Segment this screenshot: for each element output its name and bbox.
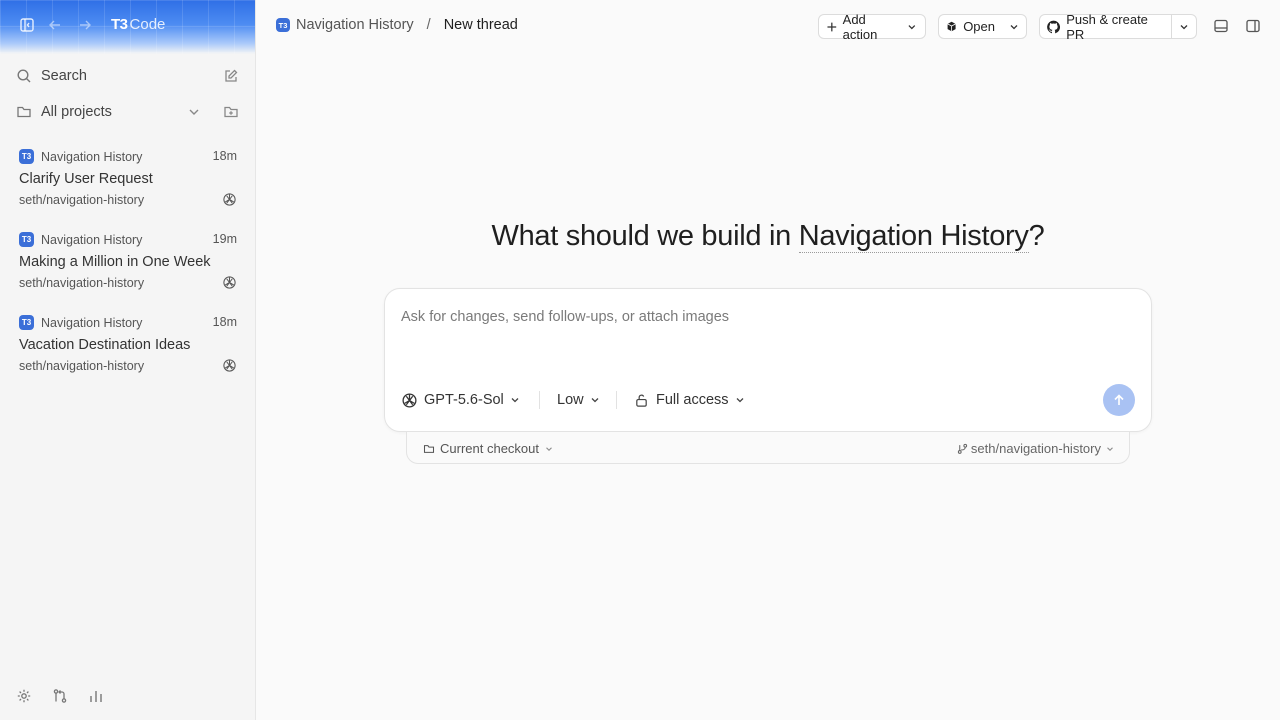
heading-project[interactable]: Navigation History xyxy=(798,220,1029,253)
open-button-group: Open xyxy=(938,14,1027,39)
unlock-icon xyxy=(636,394,647,407)
project-badge: T3 xyxy=(276,18,290,32)
search-icon xyxy=(16,68,32,84)
project-badge: T3 xyxy=(19,232,34,247)
effort-selector[interactable]: Low xyxy=(557,389,601,411)
openai-icon xyxy=(222,275,237,290)
checkout-label: Current checkout xyxy=(440,441,539,456)
chevron-down-icon xyxy=(736,398,743,403)
model-selector[interactable]: GPT-5.6-Sol xyxy=(401,389,521,411)
branch-selector[interactable]: seth/navigation-history xyxy=(957,441,1115,456)
breadcrumb-separator: / xyxy=(426,17,431,33)
push-pr-button-group: Push & create PR xyxy=(1039,12,1197,42)
add-action-label: Add action xyxy=(842,11,878,42)
thread-project: Navigation History xyxy=(41,315,143,330)
sidebar-search[interactable]: Search xyxy=(16,64,239,88)
git-compare-icon[interactable] xyxy=(52,688,68,704)
openai-icon xyxy=(402,392,417,408)
breadcrumb-project[interactable]: Navigation History xyxy=(296,17,414,33)
collapse-sidebar-icon[interactable] xyxy=(19,17,35,33)
thread-project: Navigation History xyxy=(41,232,143,247)
checkout-selector[interactable]: Current checkout xyxy=(423,441,554,456)
chevron-down-icon xyxy=(511,398,519,403)
plus-icon xyxy=(827,22,837,31)
add-project-icon[interactable] xyxy=(223,104,239,120)
folder-icon xyxy=(16,104,32,120)
thread-age: 18m xyxy=(212,315,237,329)
projects-label: All projects xyxy=(41,104,112,120)
push-pr-button[interactable]: Push & create PR xyxy=(1040,12,1171,42)
thread-item[interactable]: T3 Navigation History 18m Clarify User Re… xyxy=(19,149,237,219)
push-pr-menu-chevron[interactable] xyxy=(1172,15,1196,38)
heading-suffix: ? xyxy=(1028,220,1045,252)
sidebar-header: T3 Code xyxy=(0,0,255,54)
chevron-down-icon xyxy=(591,398,599,403)
bar-chart-icon[interactable] xyxy=(88,688,104,704)
thread-item[interactable]: T3 Navigation History 19m Making a Millio… xyxy=(19,232,237,302)
folder-icon xyxy=(423,444,435,453)
send-button[interactable] xyxy=(1103,384,1135,416)
forward-arrow-icon[interactable] xyxy=(77,17,93,33)
thread-branch: seth/navigation-history xyxy=(19,359,145,373)
thread-branch: seth/navigation-history xyxy=(19,276,145,290)
git-branch-icon xyxy=(957,443,968,454)
thread-project: Navigation History xyxy=(41,149,143,164)
chevron-down-icon xyxy=(1107,446,1113,451)
composer: Ask for changes, send follow-ups, or att… xyxy=(384,288,1152,432)
branch-label: seth/navigation-history xyxy=(970,441,1101,456)
arrow-up-icon xyxy=(1114,394,1124,405)
toggle-right-panel-icon[interactable] xyxy=(1245,18,1261,34)
thread-age: 18m xyxy=(212,149,237,163)
brand-code: Code xyxy=(129,16,166,33)
chevron-down-icon xyxy=(1010,24,1018,29)
app-logo: T3 Code xyxy=(111,16,165,33)
thread-item[interactable]: T3 Navigation History 18m Vacation Destin… xyxy=(19,315,237,385)
model-label: GPT-5.6-Sol xyxy=(424,392,504,408)
chevron-down-icon[interactable] xyxy=(186,104,202,120)
chevron-down-icon xyxy=(1180,24,1188,29)
openai-icon xyxy=(222,358,237,373)
chevron-down-icon xyxy=(546,446,552,451)
thread-title: Clarify User Request xyxy=(19,171,153,187)
projects-filter[interactable]: All projects xyxy=(16,100,239,124)
brand-t3: T3 xyxy=(111,16,128,33)
access-label: Full access xyxy=(656,392,729,408)
composer-input[interactable]: Ask for changes, send follow-ups, or att… xyxy=(401,309,729,325)
chevron-down-icon xyxy=(908,24,916,29)
openai-icon xyxy=(222,192,237,207)
breadcrumb-current: New thread xyxy=(443,17,518,33)
access-selector[interactable]: Full access xyxy=(634,389,746,411)
composer-footer: Current checkout seth/navigation-history xyxy=(406,432,1130,464)
back-arrow-icon[interactable] xyxy=(47,17,63,33)
thread-branch: seth/navigation-history xyxy=(19,193,145,207)
sidebar: T3 Code Search All projects T3 Navigation … xyxy=(0,0,256,720)
heading-prefix: What should we build in xyxy=(491,220,799,252)
project-badge: T3 xyxy=(19,149,34,164)
open-label: Open xyxy=(963,19,995,34)
add-action-button[interactable]: Add action xyxy=(818,11,926,42)
cube-icon xyxy=(947,21,956,32)
thread-title: Vacation Destination Ideas xyxy=(19,337,191,353)
settings-gear-icon[interactable] xyxy=(16,688,32,704)
breadcrumb: T3 Navigation History / New thread xyxy=(276,17,518,33)
thread-title: Making a Million in One Week xyxy=(19,254,211,270)
new-thread-icon[interactable] xyxy=(223,68,239,84)
page-title: What should we build in Navigation Histo… xyxy=(256,220,1280,253)
toggle-bottom-panel-icon[interactable] xyxy=(1213,18,1229,34)
github-icon xyxy=(1047,20,1061,33)
project-badge: T3 xyxy=(19,315,34,330)
open-menu-chevron[interactable] xyxy=(1002,15,1026,38)
search-label: Search xyxy=(41,68,87,84)
open-button[interactable]: Open xyxy=(939,15,1002,38)
thread-age: 19m xyxy=(212,232,237,246)
push-pr-label: Push & create PR xyxy=(1066,11,1148,42)
effort-label: Low xyxy=(557,392,584,408)
